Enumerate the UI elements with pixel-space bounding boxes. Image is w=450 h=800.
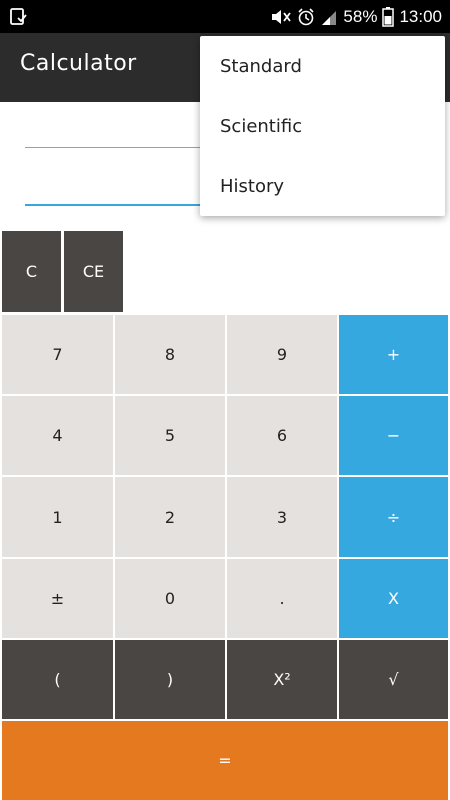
battery-icon bbox=[382, 6, 395, 27]
open-paren-button[interactable]: ( bbox=[2, 640, 113, 719]
signal-icon bbox=[322, 10, 337, 25]
download-done-icon bbox=[10, 8, 27, 25]
plus-minus-button[interactable]: ± bbox=[2, 559, 113, 638]
digit-7-button[interactable]: 7 bbox=[2, 315, 113, 394]
mute-icon bbox=[272, 9, 292, 24]
sqrt-button[interactable]: √ bbox=[339, 640, 448, 719]
clear-entry-button[interactable]: CE bbox=[64, 231, 123, 312]
digit-4-button[interactable]: 4 bbox=[2, 396, 113, 475]
digit-6-button[interactable]: 6 bbox=[227, 396, 337, 475]
plus-button[interactable]: + bbox=[339, 315, 448, 394]
divide-button[interactable]: ÷ bbox=[339, 477, 448, 557]
close-paren-button[interactable]: ) bbox=[115, 640, 225, 719]
decimal-button[interactable]: . bbox=[227, 559, 337, 638]
equals-button[interactable]: = bbox=[2, 721, 448, 800]
mode-menu: Standard Scientific History bbox=[200, 36, 445, 216]
alarm-icon bbox=[298, 7, 314, 25]
status-bar: 58% 13:00 bbox=[0, 0, 450, 33]
digit-0-button[interactable]: 0 bbox=[115, 559, 225, 638]
square-button[interactable]: X² bbox=[227, 640, 337, 719]
clear-button[interactable]: C bbox=[2, 231, 61, 312]
clock-time: 13:00 bbox=[399, 6, 442, 26]
menu-item-standard[interactable]: Standard bbox=[200, 36, 445, 96]
multiply-button[interactable]: X bbox=[339, 559, 448, 638]
menu-item-scientific[interactable]: Scientific bbox=[200, 96, 445, 156]
digit-2-button[interactable]: 2 bbox=[115, 477, 225, 557]
status-icons: 58% 13:00 bbox=[270, 0, 442, 33]
menu-item-history[interactable]: History bbox=[200, 156, 445, 216]
battery-percent: 58% bbox=[343, 6, 378, 26]
digit-5-button[interactable]: 5 bbox=[115, 396, 225, 475]
digit-3-button[interactable]: 3 bbox=[227, 477, 337, 557]
digit-9-button[interactable]: 9 bbox=[227, 315, 337, 394]
digit-1-button[interactable]: 1 bbox=[2, 477, 113, 557]
digit-8-button[interactable]: 8 bbox=[115, 315, 225, 394]
app-title: Calculator bbox=[20, 51, 137, 76]
minus-button[interactable]: − bbox=[339, 396, 448, 475]
